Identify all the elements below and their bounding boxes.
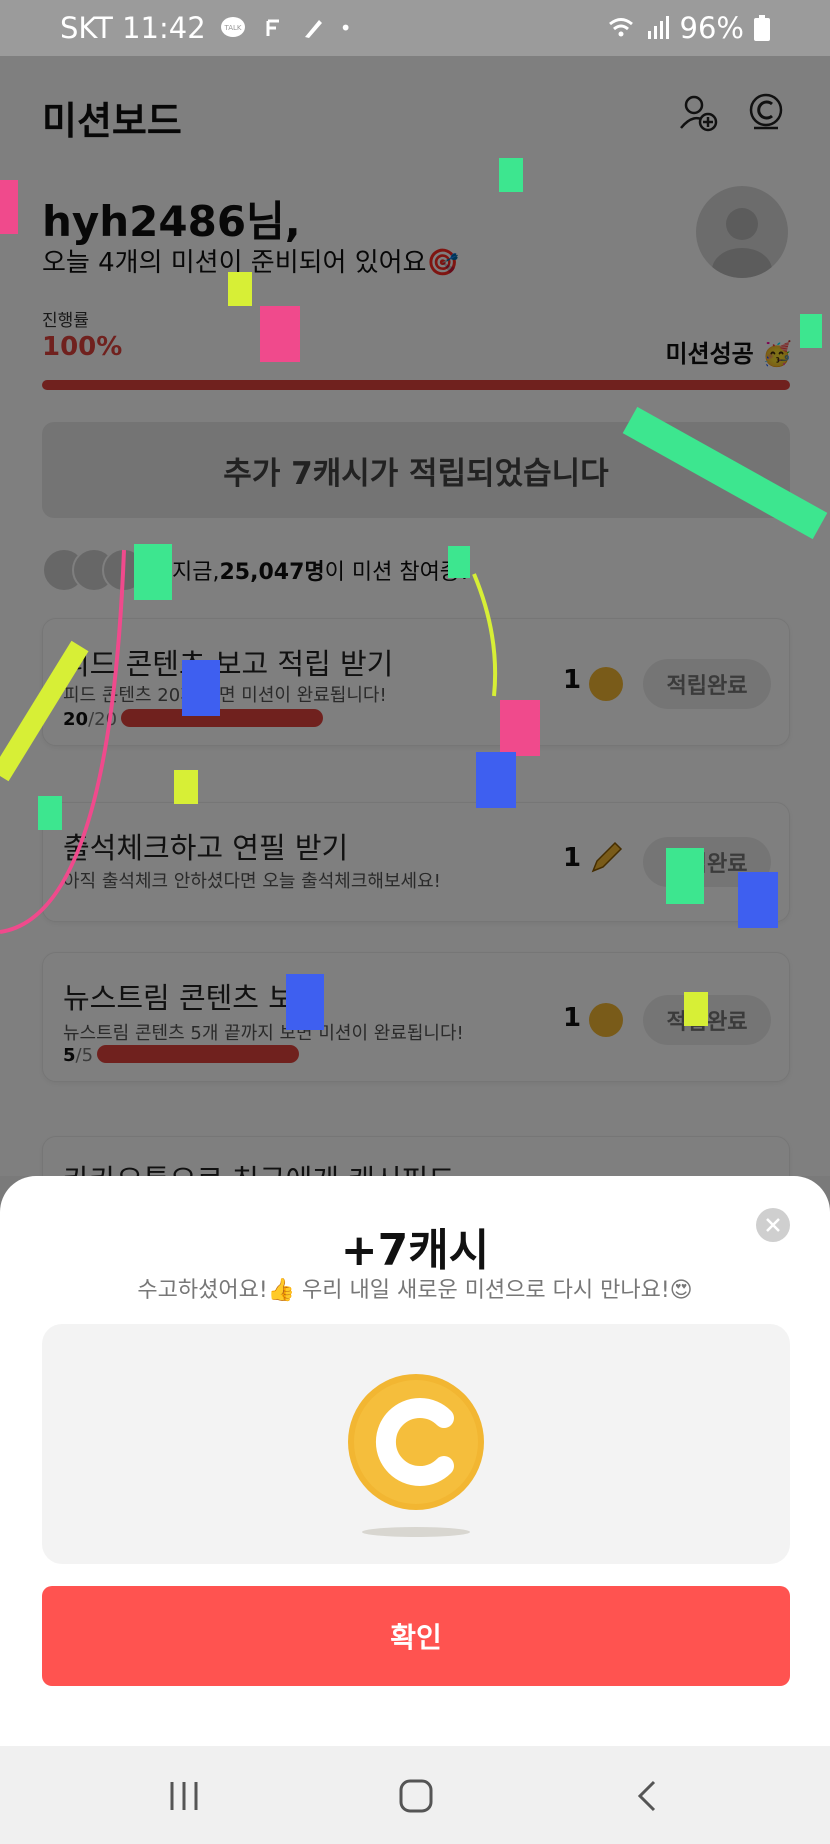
confetti-streamer — [0, 640, 89, 782]
reward-title: +7캐시 — [340, 1225, 490, 1276]
coin-panel — [42, 1324, 790, 1564]
confetti-piece — [684, 992, 708, 1026]
confetti-piece — [174, 770, 198, 804]
status-bar: SKT 11:42 TALK • 96% — [0, 0, 830, 56]
reward-subtitle: 수고하셨어요!👍 우리 내일 새로운 미션으로 다시 만나요!😍 — [137, 1278, 693, 1303]
battery-icon — [754, 15, 770, 41]
home-icon[interactable] — [396, 1776, 436, 1816]
dot-icon: • — [339, 16, 352, 40]
back-icon[interactable] — [628, 1776, 668, 1816]
pen-notification-icon — [304, 20, 322, 38]
confirm-button[interactable]: 확인 — [42, 1586, 790, 1686]
confetti-piece — [800, 314, 822, 348]
recent-apps-icon[interactable] — [164, 1776, 204, 1816]
confirm-label: 확인 — [390, 1621, 442, 1654]
talk-icon: TALK — [220, 17, 245, 37]
confetti-piece — [738, 872, 778, 928]
confetti-piece — [182, 660, 220, 716]
confetti-piece — [228, 272, 252, 306]
confetti-piece — [499, 158, 523, 192]
confetti-piece — [260, 306, 300, 362]
confetti-piece — [134, 544, 172, 600]
confetti-streamer — [622, 406, 828, 540]
confetti-layer — [0, 158, 828, 1030]
confetti-piece — [666, 848, 704, 904]
wifi-icon — [608, 18, 633, 37]
confetti-piece — [500, 700, 540, 756]
confetti-piece — [0, 180, 18, 234]
confetti-streamer — [472, 573, 498, 697]
navigation-bar — [0, 1746, 830, 1844]
reward-bottom-sheet: +7캐시 수고하셨어요!👍 우리 내일 새로운 미션으로 다시 만나요!😍 확인 — [0, 1176, 830, 1746]
signal-icon — [647, 16, 669, 39]
confetti-piece — [38, 796, 62, 830]
confetti-piece — [448, 546, 470, 578]
f-icon — [266, 19, 279, 36]
coin-icon — [348, 1374, 484, 1537]
carrier-time: SKT 11:42 — [60, 11, 206, 45]
battery-percent: 96% — [679, 11, 744, 45]
svg-text:TALK: TALK — [223, 24, 241, 32]
confetti-piece — [286, 974, 324, 1030]
confetti-piece — [476, 752, 516, 808]
